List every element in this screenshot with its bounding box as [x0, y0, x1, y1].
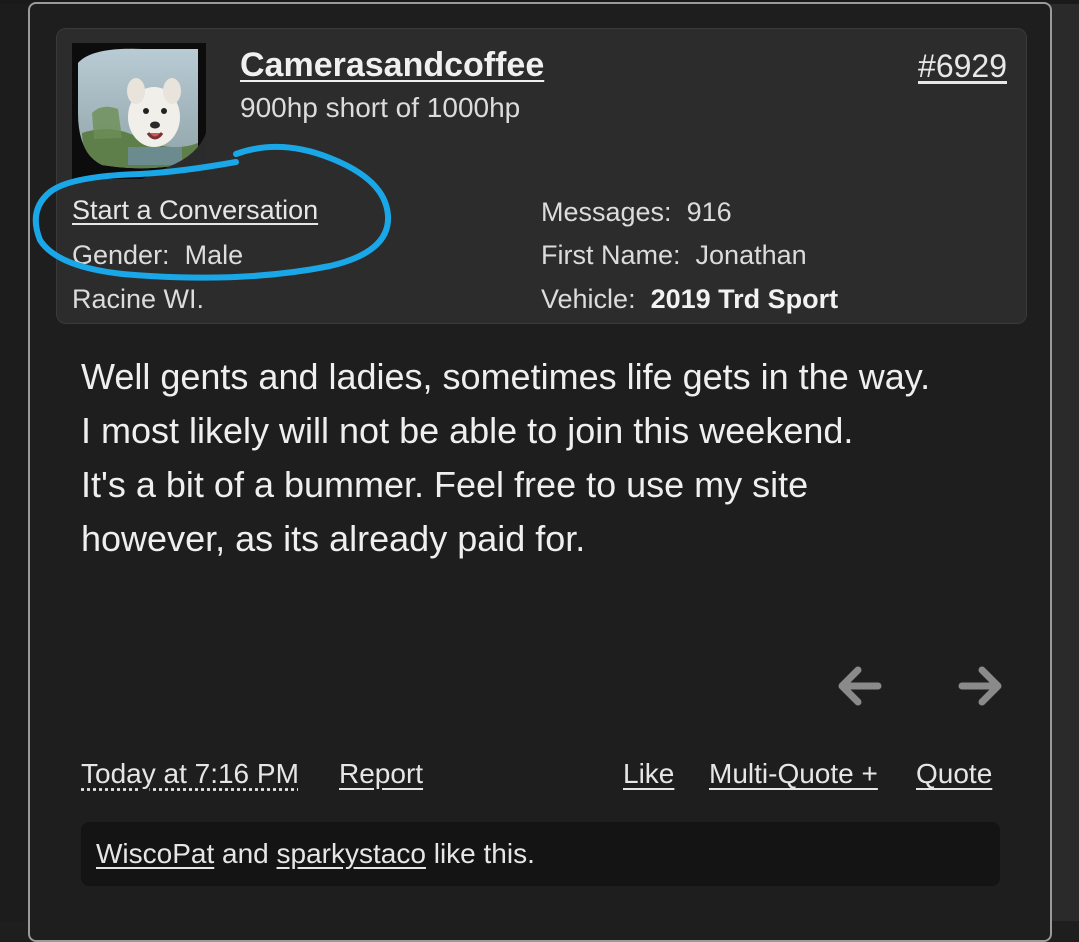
quote-button[interactable]: Quote	[916, 758, 992, 790]
first-name-label: First Name:	[541, 240, 681, 270]
message-line: It's a bit of a bummer. Feel free to use…	[81, 458, 1021, 512]
likes-conjunction: and	[222, 838, 269, 869]
report-button[interactable]: Report	[339, 758, 423, 790]
message-line: Well gents and ladies, sometimes life ge…	[81, 350, 1021, 404]
likes-text: WiscoPat and sparkystaco like this.	[96, 838, 535, 870]
likes-summary: WiscoPat and sparkystaco like this.	[81, 822, 1000, 886]
gender-label: Gender:	[72, 240, 170, 270]
message-line: I most likely will not be able to join t…	[81, 404, 1021, 458]
arrow-right-icon[interactable]	[958, 664, 1002, 708]
liker-link[interactable]: sparkystaco	[277, 838, 426, 869]
message-body: Well gents and ladies, sometimes life ge…	[81, 350, 1021, 566]
location-text: Racine WI.	[72, 284, 204, 315]
arrow-left-icon[interactable]	[838, 664, 882, 708]
dog-in-car-mirror-avatar-icon	[72, 43, 206, 179]
gender-value: Male	[185, 240, 244, 270]
multi-quote-button[interactable]: Multi-Quote +	[709, 758, 878, 790]
vehicle-value: 2019 Trd Sport	[651, 284, 839, 314]
messages-value: 916	[687, 197, 732, 227]
vehicle-label: Vehicle:	[541, 284, 636, 314]
avatar[interactable]	[72, 43, 206, 179]
messages-label: Messages:	[541, 197, 672, 227]
post-number-link[interactable]: #6929	[918, 48, 1007, 85]
gender-row: Gender: Male	[72, 240, 243, 271]
like-button[interactable]: Like	[623, 758, 674, 790]
page-left-margin	[0, 0, 30, 921]
post-timestamp-link[interactable]: Today at 7:16 PM	[81, 758, 299, 790]
likes-suffix: like this.	[434, 838, 535, 869]
username-link[interactable]: Camerasandcoffee	[240, 46, 544, 85]
liker-link[interactable]: WiscoPat	[96, 838, 214, 869]
message-line: however, as its already paid for.	[81, 512, 1021, 566]
user-title: 900hp short of 1000hp	[240, 92, 520, 124]
messages-row: Messages: 916	[541, 197, 732, 228]
first-name-value: Jonathan	[696, 240, 807, 270]
vehicle-row: Vehicle: 2019 Trd Sport	[541, 284, 838, 315]
first-name-row: First Name: Jonathan	[541, 240, 807, 271]
start-conversation-link[interactable]: Start a Conversation	[72, 195, 318, 226]
